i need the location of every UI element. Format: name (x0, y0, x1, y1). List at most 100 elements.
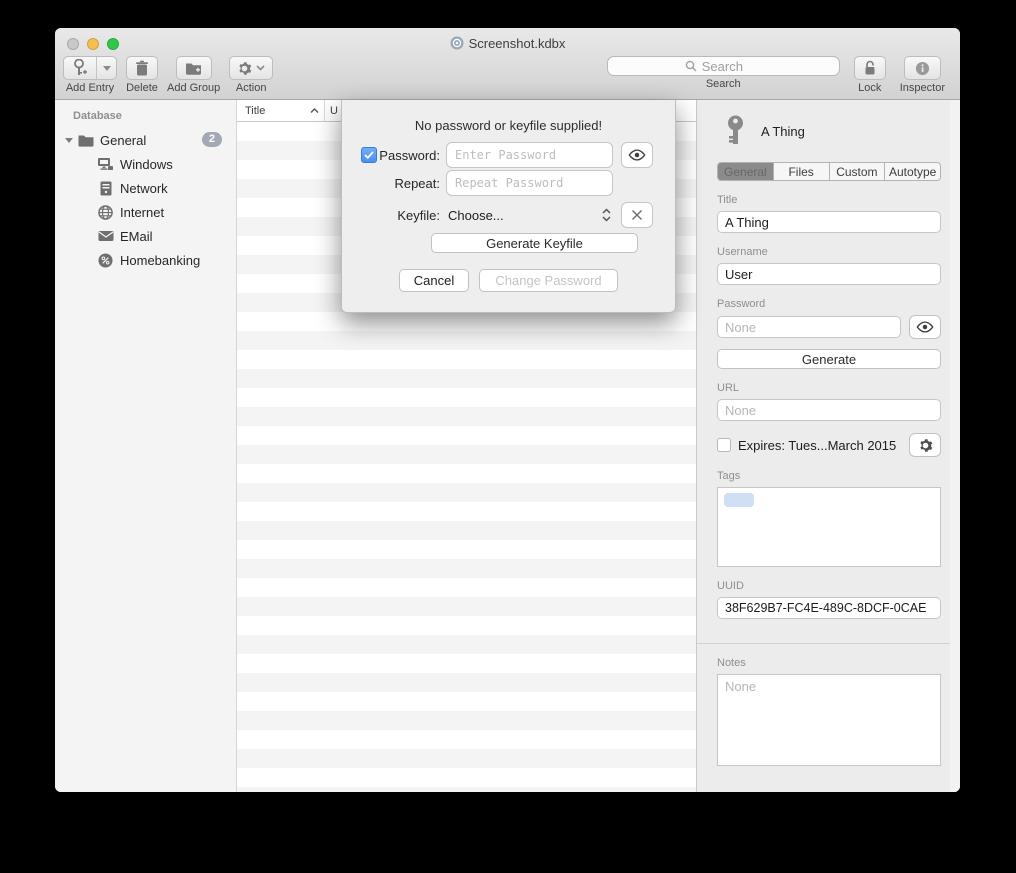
sidebar-item-internet[interactable]: Internet (55, 200, 236, 224)
inspector-panel: A Thing General Files Custom Autotype Ti… (696, 100, 960, 792)
username-field[interactable] (717, 263, 941, 285)
add-entry-button[interactable] (63, 56, 117, 80)
tab-files[interactable]: Files (774, 163, 830, 180)
tab-general[interactable]: General (718, 163, 774, 180)
repeat-password-input[interactable] (446, 170, 613, 196)
sidebar-item-general[interactable]: General 2 (55, 128, 236, 152)
repeat-label: Repeat: (377, 176, 446, 191)
column-label: Title (245, 105, 265, 117)
sidebar-item-label: Network (120, 181, 168, 196)
count-badge: 2 (202, 132, 222, 147)
eye-icon (916, 321, 934, 333)
sidebar-item-network[interactable]: Network (55, 176, 236, 200)
url-label: URL (717, 382, 960, 394)
delete-label: Delete (126, 82, 158, 94)
check-icon (364, 151, 374, 159)
tags-box[interactable] (717, 487, 941, 567)
delete-button[interactable] (126, 56, 158, 80)
keyfile-value: Choose... (448, 208, 504, 223)
chevron-down-icon (103, 66, 111, 71)
keyfile-popup[interactable]: Choose... (446, 208, 613, 223)
cancel-button[interactable]: Cancel (399, 269, 469, 292)
eye-icon (628, 149, 646, 161)
sidebar-item-email[interactable]: EMail (55, 224, 236, 248)
inspector-divider (697, 643, 960, 644)
envelope-icon (97, 228, 114, 245)
action-button[interactable] (229, 56, 273, 80)
globe-icon (97, 204, 114, 221)
search-label: Search (706, 78, 741, 90)
trash-icon (135, 60, 149, 76)
disclosure-triangle-icon[interactable] (65, 138, 73, 143)
sheet-message: No password or keyfile supplied! (342, 118, 675, 133)
password-field[interactable] (717, 316, 901, 338)
notes-field[interactable] (717, 674, 941, 766)
delete-item: Delete (126, 56, 158, 94)
reveal-password-button[interactable] (909, 315, 941, 339)
keyfile-row: Keyfile: Choose... (342, 202, 675, 228)
sidebar-item-homebanking[interactable]: Homebanking (55, 248, 236, 272)
add-group-label: Add Group (167, 82, 220, 94)
notes-label: Notes (717, 657, 960, 669)
sidebar-item-label: General (100, 133, 146, 148)
percent-icon (97, 252, 114, 269)
action-label: Action (236, 82, 267, 94)
clear-x-icon (631, 209, 643, 221)
sidebar: Database General 2 Windows (55, 100, 237, 792)
lock-item: Lock (854, 56, 886, 94)
inspector-item: Inspector (900, 56, 945, 94)
computer-icon (97, 156, 114, 173)
column-header-username[interactable]: U (325, 105, 338, 117)
lock-button[interactable] (854, 56, 886, 80)
screen: Screenshot.kdbx Add Entry (0, 0, 1016, 873)
inspector-tabs: General Files Custom Autotype (717, 162, 941, 181)
keyfile-label: Keyfile: (377, 208, 446, 223)
inspector-button[interactable] (904, 56, 941, 80)
toolbar-right: Search Lock Inspec (607, 56, 945, 94)
uuid-field[interactable] (717, 597, 941, 619)
password-row: Password: (342, 142, 675, 168)
column-label: U (330, 105, 338, 117)
add-entry-dropdown[interactable] (97, 57, 116, 79)
search-input[interactable] (702, 59, 762, 74)
change-password-button[interactable]: Change Password (479, 269, 618, 292)
sidebar-item-label: EMail (120, 229, 153, 244)
expires-checkbox[interactable] (717, 438, 731, 452)
column-header-title[interactable]: Title (237, 100, 325, 121)
password-checkbox[interactable] (361, 147, 377, 163)
expires-row: Expires: Tues...March 2015 (717, 433, 941, 457)
dialog-password-label: Password: (377, 148, 446, 163)
clear-keyfile-button[interactable] (621, 202, 653, 228)
inspector-label: Inspector (900, 82, 945, 94)
sidebar-item-windows[interactable]: Windows (55, 152, 236, 176)
search-field[interactable] (607, 56, 840, 76)
key-plus-icon[interactable] (64, 57, 97, 79)
uuid-label: UUID (717, 580, 960, 592)
title-label: Title (717, 194, 960, 206)
enter-password-input[interactable] (446, 142, 613, 168)
password-label: Password (717, 298, 960, 310)
key-icon (725, 115, 746, 147)
title-field[interactable] (717, 211, 941, 233)
window-title-area: Screenshot.kdbx (55, 34, 960, 52)
tab-custom[interactable]: Custom (830, 163, 886, 180)
app-window: Screenshot.kdbx Add Entry (55, 28, 960, 792)
sheet-buttons: Cancel Change Password (342, 269, 675, 292)
info-icon (915, 61, 930, 76)
tag-pill[interactable] (724, 493, 754, 507)
server-icon (97, 180, 114, 197)
sidebar-item-label: Homebanking (120, 253, 200, 268)
tab-autotype[interactable]: Autotype (885, 163, 940, 180)
repeat-row: Repeat: (342, 170, 675, 196)
inspector-scrollbar[interactable] (950, 100, 960, 792)
sidebar-item-label: Windows (120, 157, 173, 172)
folder-icon (77, 132, 94, 149)
add-group-button[interactable] (176, 56, 212, 80)
expires-settings-button[interactable] (909, 433, 941, 457)
generate-password-button[interactable]: Generate (717, 349, 941, 369)
url-field[interactable] (717, 399, 941, 421)
reveal-dialog-password-button[interactable] (621, 142, 653, 168)
generate-keyfile-button[interactable]: Generate Keyfile (431, 233, 638, 253)
add-entry-item: Add Entry (63, 56, 117, 94)
sort-asc-icon (310, 108, 319, 114)
